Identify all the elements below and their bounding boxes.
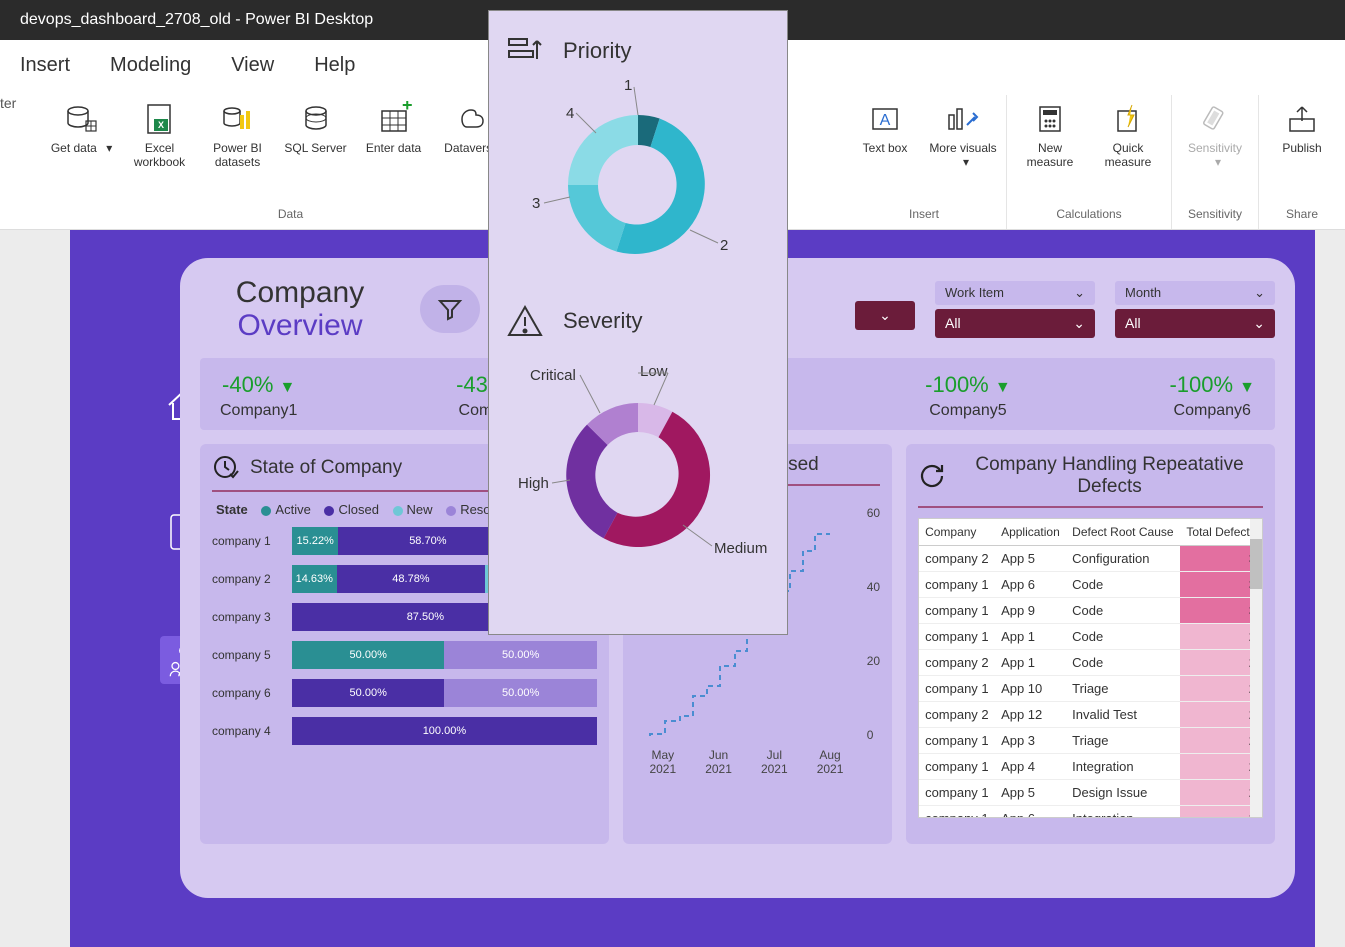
textbox-icon: A [867, 101, 903, 137]
slicer-unknown[interactable]: ⌄ [855, 289, 915, 330]
clock-check-icon [212, 454, 240, 482]
severity-title: Severity [563, 308, 642, 334]
more-visuals-icon [945, 101, 981, 137]
priority-title: Priority [563, 38, 631, 64]
ribbon-group-label-share: Share [1267, 203, 1337, 229]
ribbon-excel-workbook[interactable]: X Excel workbook [125, 97, 195, 174]
table-row[interactable]: company 2App 1Code2 [919, 650, 1262, 676]
filter-button[interactable] [420, 285, 480, 333]
window-title: devops_dashboard_2708_old - Power BI Des… [20, 11, 373, 29]
quick-measure-icon [1110, 101, 1146, 137]
ribbon-new-measure[interactable]: New measure [1015, 97, 1085, 174]
left-view-nav [0, 230, 70, 947]
publish-icon [1284, 101, 1320, 137]
svg-text:X: X [158, 120, 164, 130]
dataverse-icon [454, 101, 490, 137]
svg-text:A: A [880, 112, 891, 129]
ribbon-pbi-datasets[interactable]: Power BI datasets [203, 97, 273, 174]
ribbon-group-insert: A Text box More visuals Insert [842, 95, 1007, 229]
sql-icon [298, 101, 334, 137]
severity-icon [505, 301, 545, 341]
table-row[interactable]: company 2App 5Configuration3 [919, 546, 1262, 572]
kpi-card: -100% ▼Company6 [1169, 372, 1255, 420]
slicer-work-item[interactable]: Work Item⌄ All⌄ [935, 281, 1095, 338]
data-cube-icon [64, 101, 100, 137]
table-row[interactable]: company 1App 1Code2 [919, 624, 1262, 650]
bar-row: company 550.00%50.00% [212, 641, 597, 669]
ribbon-group-label-sens: Sensitivity [1180, 203, 1250, 229]
new-measure-icon [1032, 101, 1068, 137]
floating-overlay[interactable]: Priority 1 2 3 4 Severity [488, 10, 788, 635]
table-row[interactable]: company 1App 10Triage2 [919, 676, 1262, 702]
slicer-month[interactable]: Month⌄ All⌄ [1115, 281, 1275, 338]
sensitivity-icon [1197, 101, 1233, 137]
table-row[interactable]: company 2App 12Invalid Test2 [919, 702, 1262, 728]
defects-panel[interactable]: Company Handling Repeatative Defects Com… [906, 444, 1275, 844]
defects-table[interactable]: Company Application Defect Root Cause To… [918, 518, 1263, 818]
severity-donut: Low Medium High Critical [518, 345, 758, 595]
menu-modeling[interactable]: Modeling [110, 54, 191, 77]
filter-icon [436, 295, 464, 323]
chevron-down-icon: ⌄ [1253, 315, 1265, 332]
ribbon-group-data: Get data X Excel workbook Power BI datas… [39, 95, 544, 229]
ribbon-more-visuals[interactable]: More visuals [928, 97, 998, 174]
ribbon-group-label-insert: Insert [850, 203, 998, 229]
table-row[interactable]: company 1App 9Code3 [919, 598, 1262, 624]
chevron-down-icon: ⌄ [1254, 285, 1265, 301]
ribbon-group-calculations: New measure Quick measure Calculations [1007, 95, 1172, 229]
enter-data-icon: + [376, 101, 412, 137]
chevron-down-icon: ⌄ [1073, 315, 1085, 332]
ribbon-enter-data[interactable]: + Enter data [359, 97, 429, 159]
chevron-down-icon: ⌄ [1074, 285, 1085, 301]
page-title-line2: Overview [200, 309, 400, 342]
ribbon-get-data[interactable]: Get data [47, 97, 117, 159]
priority-icon [505, 31, 545, 71]
menu-help[interactable]: Help [314, 54, 355, 77]
chevron-down-icon: ⌄ [879, 307, 891, 324]
refresh-icon [918, 462, 946, 490]
table-row[interactable]: company 1App 3Triage2 [919, 728, 1262, 754]
svg-text:+: + [402, 101, 412, 115]
scrollbar[interactable] [1250, 519, 1262, 817]
priority-donut: 1 2 3 4 [518, 75, 758, 295]
bar-row: company 4100.00% [212, 717, 597, 745]
ribbon-group-sensitivity: Sensitivity Sensitivity [1172, 95, 1259, 229]
page-title-line1: Company [200, 276, 400, 309]
bar-row: company 650.00%50.00% [212, 679, 597, 707]
defects-panel-title: Company Handling Repeatative Defects [956, 454, 1263, 498]
menu-insert[interactable]: Insert [20, 54, 70, 77]
ribbon-group-label-calc: Calculations [1015, 203, 1163, 229]
ribbon-publish[interactable]: Publish [1267, 97, 1337, 159]
pbi-datasets-icon [220, 101, 256, 137]
kpi-card: -100% ▼Company5 [925, 372, 1011, 420]
ribbon-group-label-data: Data [47, 203, 535, 229]
state-panel-title: State of Company [250, 457, 402, 479]
scrollbar-thumb[interactable] [1250, 539, 1262, 589]
table-row[interactable]: company 1App 6Code3 [919, 572, 1262, 598]
menu-view[interactable]: View [231, 54, 274, 77]
table-row[interactable]: company 1App 4Integration2 [919, 754, 1262, 780]
ribbon-sql-server[interactable]: SQL Server [281, 97, 351, 159]
ribbon-truncated-left: ter [0, 95, 39, 161]
table-row[interactable]: company 1App 5Design Issue2 [919, 780, 1262, 806]
table-row[interactable]: company 1App 6Integration2 [919, 806, 1262, 819]
kpi-card: -40% ▼Company1 [220, 372, 297, 420]
excel-icon: X [142, 101, 178, 137]
ribbon-sensitivity: Sensitivity [1180, 97, 1250, 174]
ribbon-text-box[interactable]: A Text box [850, 97, 920, 159]
ribbon-quick-measure[interactable]: Quick measure [1093, 97, 1163, 174]
ribbon-group-share: Publish Share [1259, 95, 1345, 229]
